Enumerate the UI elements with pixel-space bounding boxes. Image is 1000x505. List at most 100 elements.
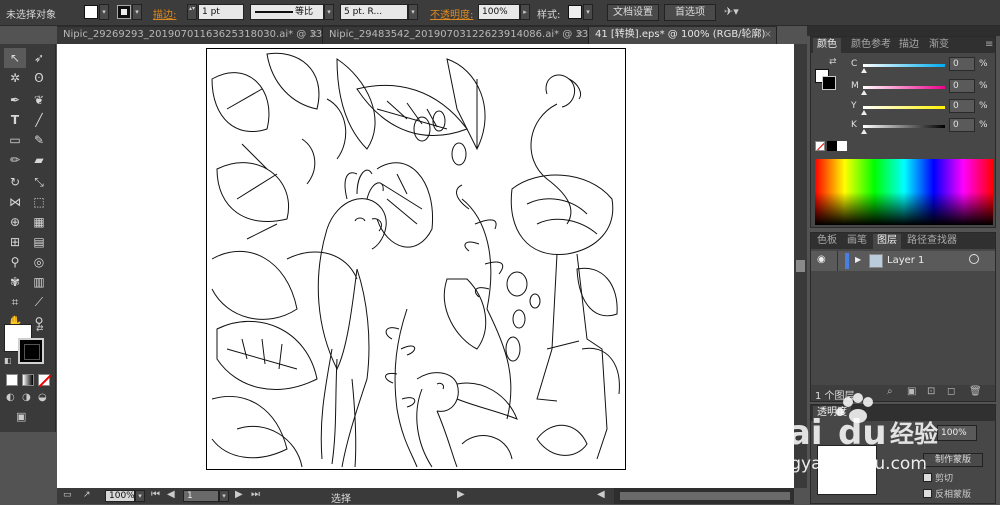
blend-tool-icon[interactable]: ◎ [28,252,50,272]
tab-document-3[interactable]: 41 [转换].eps* @ 100% (RGB/轮廓) × [589,27,777,44]
fill-swatch[interactable] [84,5,98,19]
magenta-value-field[interactable]: 0 [949,79,975,93]
slice-tool-icon[interactable]: ⟋ [28,292,50,312]
cyan-slider-thumb[interactable] [861,68,867,73]
rectangle-tool-icon[interactable]: ▭ [4,130,26,150]
cyan-slider[interactable] [863,64,945,67]
line-tool-icon[interactable]: ╱ [28,110,50,130]
paintbrush-icon[interactable]: ✎ [28,130,50,150]
zoom-field[interactable]: 100% [105,490,135,502]
stroke-swatch[interactable] [117,5,131,19]
opacity-dropdown[interactable]: ▸ [520,4,530,20]
none-swatch[interactable] [815,141,825,151]
next-artboard-icon[interactable]: ▶ [235,489,243,500]
brush-select[interactable]: 5 pt. R... [340,4,408,20]
tab-pathfinder[interactable]: 路径查找器 [903,234,961,249]
magic-wand-icon[interactable]: ✲ [4,68,26,88]
pen-icon[interactable]: ✒ [4,90,26,110]
clipping-mask-icon[interactable]: ▣ [907,386,916,397]
locate-object-icon[interactable]: ⌕ [887,386,893,397]
direct-selection-tool-icon[interactable]: ➶ [28,48,50,68]
tab-transparency[interactable]: 透明度 [813,406,851,421]
arrange-documents-icon[interactable]: ✈▾ [724,5,746,21]
delete-layer-icon[interactable]: 🗑 [969,386,982,397]
close-icon[interactable]: × [576,27,584,43]
stroke-weight-stepper[interactable]: ▴▾ [187,4,197,20]
stroke-weight-field[interactable]: 1 pt [198,4,244,20]
opacity-field[interactable]: 100% [478,4,520,20]
black-value-field[interactable]: 0 [949,118,975,132]
make-mask-button[interactable]: 制作蒙版 [923,453,983,467]
status-menu-icon[interactable]: ▶ [457,489,465,500]
transparency-opacity-field[interactable]: 100% [937,425,977,441]
new-layer-icon[interactable]: ◻ [947,386,955,397]
draw-behind-icon[interactable]: ◑ [22,392,36,404]
yellow-slider[interactable] [863,106,945,109]
gradient-tool-icon[interactable]: ▤ [28,232,50,252]
shape-builder-icon[interactable]: ⊕ [4,212,26,232]
new-sublayer-icon[interactable]: ⊡ [927,386,935,397]
swap-colors-icon[interactable]: ⇄ [829,57,837,67]
yellow-value-field[interactable]: 0 [949,99,975,113]
layer-row[interactable]: ◉ ▶ Layer 1 [811,251,995,271]
artboard-tool-icon[interactable]: ⌗ [4,292,26,312]
symbol-sprayer-icon[interactable]: ✾ [4,272,26,292]
artboard-dropdown[interactable]: ▾ [219,490,229,502]
mesh-tool-icon[interactable]: ⊞ [4,232,26,252]
white-swatch[interactable] [837,141,847,151]
eraser-icon[interactable]: ▰ [28,150,50,170]
color-spectrum[interactable] [815,159,993,225]
document-setup-button[interactable]: 文档设置 [607,4,659,21]
layer-name[interactable]: Layer 1 [887,255,924,266]
zoom-dropdown[interactable]: ▾ [135,490,145,502]
color-mode-icon[interactable] [6,374,18,386]
previous-artboard-icon[interactable]: ◀ [167,489,175,500]
scroll-left-icon[interactable]: ◀ [597,489,605,500]
close-icon[interactable]: × [310,27,318,43]
selection-tool-icon[interactable]: ↖ [4,48,26,68]
width-tool-icon[interactable]: ⋈ [4,192,26,212]
close-icon[interactable]: × [764,27,772,43]
first-artboard-icon[interactable]: ⏮ [151,489,160,500]
invert-mask-checkbox[interactable] [923,489,932,498]
lasso-icon[interactable]: ʘ [28,68,50,88]
stroke-label[interactable]: 描边: [153,6,176,21]
stroke-color-indicator[interactable] [822,76,836,90]
pencil-icon[interactable]: ✏ [4,150,26,170]
style-dropdown[interactable]: ▾ [583,4,593,20]
tab-document-1[interactable]: Nipic_29269293_20190701163625318030.ai* … [57,27,323,44]
brush-dropdown[interactable]: ▾ [408,4,418,20]
tab-brushes[interactable]: 画笔 [843,234,871,249]
tab-gradient[interactable]: 渐变 [925,38,953,53]
expand-arrow-icon[interactable]: ▶ [855,255,861,264]
tab-color[interactable]: 颜色 [813,38,841,53]
none-mode-icon[interactable] [38,374,52,388]
type-tool-icon[interactable]: T [4,110,26,130]
black-slider-thumb[interactable] [861,129,867,134]
tab-layers[interactable]: 图层 [873,234,901,249]
cyan-value-field[interactable]: 0 [949,57,975,71]
eyedropper-icon[interactable]: ⚲ [4,252,26,272]
preferences-button[interactable]: 首选项 [664,4,716,21]
draw-inside-icon[interactable]: ◒ [38,392,52,404]
yellow-slider-thumb[interactable] [861,110,867,115]
stroke-color-box[interactable] [18,338,44,364]
panel-menu-icon[interactable]: ≡ [981,38,997,53]
gradient-mode-icon[interactable] [22,374,34,386]
target-icon[interactable] [969,254,979,264]
default-colors-icon[interactable]: ◧ [4,356,14,366]
draw-mode-icon[interactable]: ◐ [6,392,20,404]
export-icon[interactable]: ↗ [83,490,99,502]
black-swatch[interactable] [827,141,837,151]
magenta-slider[interactable] [863,86,945,89]
last-artboard-icon[interactable]: ⏭ [251,489,260,500]
swap-fill-stroke-icon[interactable]: ⇄ [36,324,48,336]
tab-swatches[interactable]: 色板 [813,234,841,249]
artboard-number-field[interactable]: 1 [183,490,219,502]
graph-tool-icon[interactable]: ▥ [28,272,50,292]
stroke-profile-dropdown[interactable]: ▾ [324,4,334,20]
opacity-label[interactable]: 不透明度: [430,6,473,21]
scale-tool-icon[interactable]: ⤡ [28,172,50,192]
style-swatch[interactable] [568,5,582,19]
artboard-options-icon[interactable]: ▭ [63,490,79,502]
